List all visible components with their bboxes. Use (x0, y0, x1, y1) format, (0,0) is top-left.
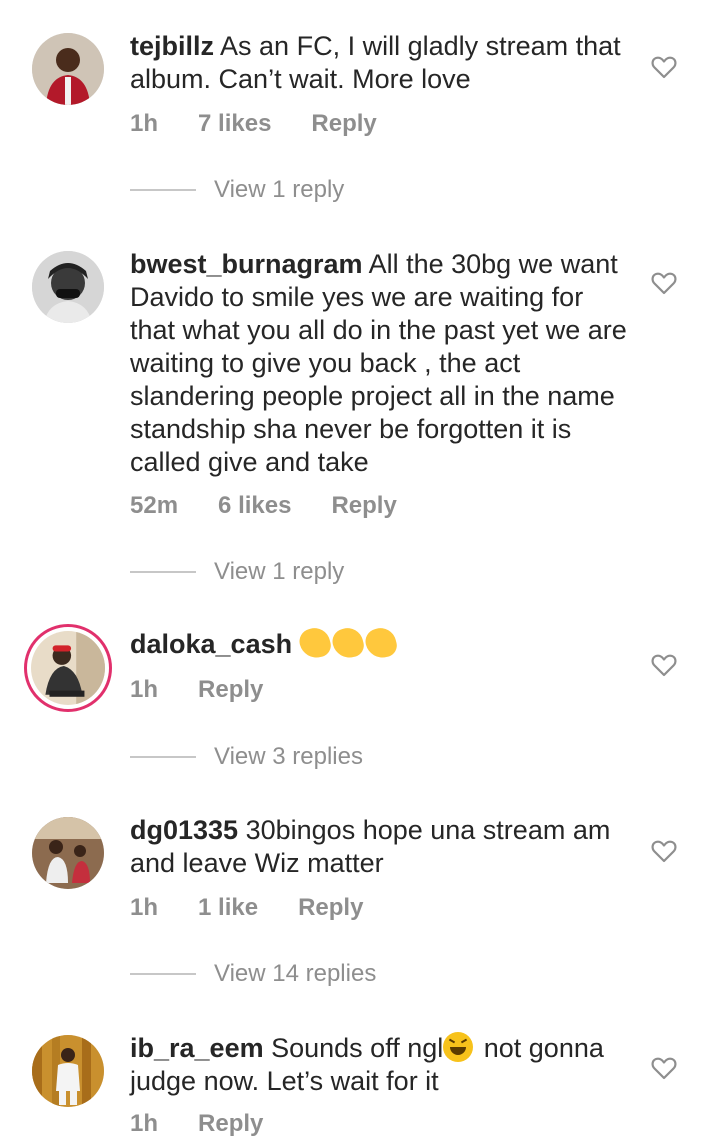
view-replies-button[interactable]: View 1 reply (130, 558, 344, 586)
comment-meta: 1h 7 likes Reply (130, 110, 377, 138)
heart-outline-icon[interactable] (651, 839, 677, 863)
comment-meta: 1h Reply (130, 676, 263, 704)
avatar[interactable] (32, 1035, 104, 1107)
avatar-with-story-ring[interactable] (24, 624, 112, 712)
reply-button[interactable]: Reply (331, 492, 396, 520)
reply-button[interactable]: Reply (198, 676, 263, 704)
divider-line (130, 756, 196, 758)
clapping-hands-emoji (296, 624, 399, 662)
heart-outline-icon[interactable] (651, 653, 677, 677)
heart-outline-icon[interactable] (651, 271, 677, 295)
view-replies-button[interactable]: View 1 reply (130, 176, 344, 204)
comment-meta: 1h Reply (130, 1110, 263, 1138)
like-count[interactable]: 1 like (198, 894, 258, 922)
like-count[interactable]: 7 likes (198, 110, 271, 138)
username[interactable]: dg01335 (130, 815, 238, 845)
avatar[interactable] (32, 817, 104, 889)
avatar[interactable] (32, 251, 104, 323)
comment-text: ib_ra_eem Sounds off ngl not gonna judge… (130, 1032, 630, 1098)
timestamp: 1h (130, 1110, 159, 1137)
heart-outline-icon[interactable] (651, 1056, 677, 1080)
divider-line (130, 189, 196, 191)
username[interactable]: bwest_burnagram (130, 249, 363, 279)
divider-line (130, 571, 196, 573)
comment-meta: 1h 1 like Reply (130, 894, 363, 922)
view-replies-button[interactable]: View 3 replies (130, 743, 363, 771)
like-count[interactable]: 6 likes (218, 492, 291, 520)
reply-button[interactable]: Reply (311, 110, 376, 138)
avatar[interactable] (32, 33, 104, 105)
username[interactable]: daloka_cash (130, 629, 292, 659)
comment-body: Sounds off ngl (271, 1033, 444, 1063)
comment-text: tejbillz As an FC, I will gladly stream … (130, 30, 630, 96)
divider-line (130, 973, 196, 975)
reply-button[interactable]: Reply (198, 1110, 263, 1138)
username[interactable]: tejbillz (130, 31, 214, 61)
comment-text: daloka_cash (130, 624, 630, 662)
comment-text: bwest_burnagram All the 30bg we want Dav… (130, 248, 630, 479)
reply-button[interactable]: Reply (298, 894, 363, 922)
timestamp: 1h (130, 894, 159, 921)
comment-text: dg01335 30bingos hope una stream am and … (130, 814, 630, 880)
heart-outline-icon[interactable] (651, 55, 677, 79)
timestamp: 52m (130, 492, 179, 519)
view-replies-label[interactable]: View 14 replies (214, 960, 376, 988)
view-replies-label[interactable]: View 1 reply (214, 176, 344, 204)
view-replies-button[interactable]: View 14 replies (130, 960, 376, 988)
timestamp: 1h (130, 110, 159, 137)
view-replies-label[interactable]: View 1 reply (214, 558, 344, 586)
comment-meta: 52m 6 likes Reply (130, 492, 397, 520)
timestamp: 1h (130, 676, 159, 703)
comment-body: All the 30bg we want Davido to smile yes… (130, 249, 627, 477)
laughing-squinting-face-emoji (443, 1032, 474, 1062)
view-replies-label[interactable]: View 3 replies (214, 743, 363, 771)
username[interactable]: ib_ra_eem (130, 1033, 264, 1063)
